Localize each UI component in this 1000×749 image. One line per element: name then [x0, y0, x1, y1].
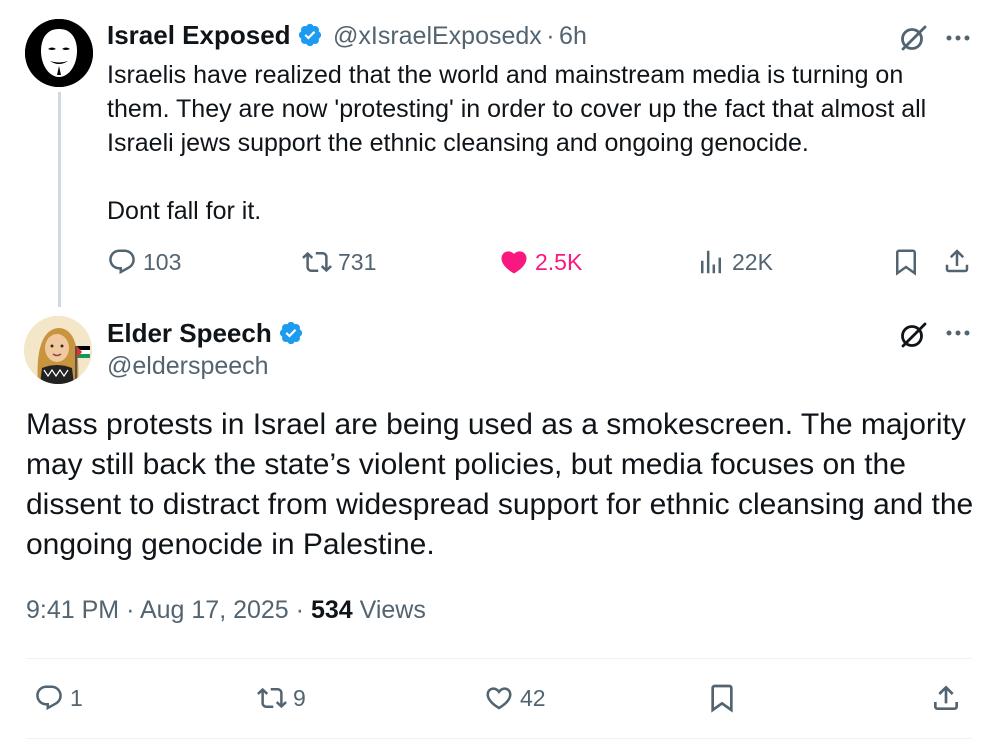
tweet-text-line: ongoing genocide in Palestine. [26, 528, 435, 561]
bookmark-icon [711, 684, 733, 713]
reply-count: 1 [70, 684, 83, 711]
like-button[interactable]: 42 [484, 683, 546, 713]
heart-icon [486, 687, 512, 710]
bookmark-button[interactable] [891, 247, 921, 277]
reply-icon [109, 249, 135, 275]
like-count: 2.5K [535, 248, 583, 275]
tweet-text-line: them. They are now 'protesting' in order… [107, 95, 927, 123]
grok-icon[interactable] [898, 320, 928, 350]
verified-badge-icon [279, 321, 302, 345]
bookmark-icon [896, 249, 916, 276]
repost-button[interactable]: 731 [302, 247, 376, 277]
analytics-icon [701, 250, 721, 274]
share-button[interactable] [930, 682, 962, 714]
repost-count: 731 [338, 248, 377, 275]
separator: · [546, 22, 555, 50]
repost-count: 9 [293, 684, 306, 711]
author-name[interactable]: Elder Speech [107, 318, 272, 348]
author-handle[interactable]: @xIsraelExposedx [333, 22, 542, 50]
share-icon [945, 249, 969, 273]
avatar[interactable] [25, 19, 93, 87]
reply-button[interactable]: 103 [107, 247, 181, 277]
repost-button[interactable]: 9 [257, 683, 306, 713]
views-button[interactable]: 22K [696, 247, 773, 277]
avatar[interactable] [24, 316, 92, 384]
tweet-text-line: Dont fall for it. [107, 197, 262, 225]
mask-avatar-icon [25, 19, 93, 87]
heart-filled-icon [501, 251, 527, 274]
repost-icon [302, 251, 332, 273]
illustrated-avatar-icon [24, 316, 92, 384]
repost-icon [257, 687, 287, 709]
post-time[interactable]: 6h [559, 22, 587, 50]
divider [26, 658, 972, 659]
views-count: 22K [732, 248, 773, 275]
tweet-text-line: Israelis have realized that the world an… [107, 61, 904, 89]
share-button[interactable] [942, 246, 972, 276]
tweet-metadata: 9:41 PM · Aug 17, 2025 · 534 Views [26, 596, 426, 624]
tweet-text-line: may still back the state’s violent polic… [26, 448, 906, 481]
more-options-icon[interactable] [944, 25, 974, 51]
post-time[interactable]: 9:41 PM [26, 596, 119, 624]
views-label: Views [359, 596, 426, 624]
tweet-text-line: Israeli jews support the ethnic cleansin… [107, 129, 809, 157]
main-tweet-text: Mass protests in Israel are being used a… [26, 405, 976, 565]
divider [26, 738, 972, 739]
like-button[interactable]: 2.5K [499, 247, 582, 277]
main-tweet-author: Elder Speech [107, 318, 304, 349]
bookmark-button[interactable] [706, 682, 738, 714]
more-options-icon[interactable] [944, 320, 974, 346]
views-count: 534 [310, 596, 353, 624]
reply-count: 103 [143, 248, 182, 275]
tweet-text-line: dissent to distract from widespread supp… [26, 488, 974, 521]
grok-icon[interactable] [898, 23, 928, 53]
parent-tweet-text: Israelis have realized that the world an… [107, 58, 977, 228]
reply-button[interactable]: 1 [34, 683, 83, 713]
parent-tweet-header: Israel Exposed @xIsraelExposedx · 6h [107, 20, 587, 51]
like-count: 42 [520, 684, 546, 711]
thread-connector-line [58, 92, 61, 307]
author-name[interactable]: Israel Exposed [107, 20, 291, 50]
post-date[interactable]: Aug 17, 2025 [140, 596, 289, 624]
share-icon [934, 685, 958, 710]
reply-icon [36, 685, 62, 711]
tweet-text-line: Mass protests in Israel are being used a… [26, 408, 966, 441]
verified-badge-icon [298, 23, 321, 47]
author-handle[interactable]: @elderspeech [107, 352, 269, 381]
